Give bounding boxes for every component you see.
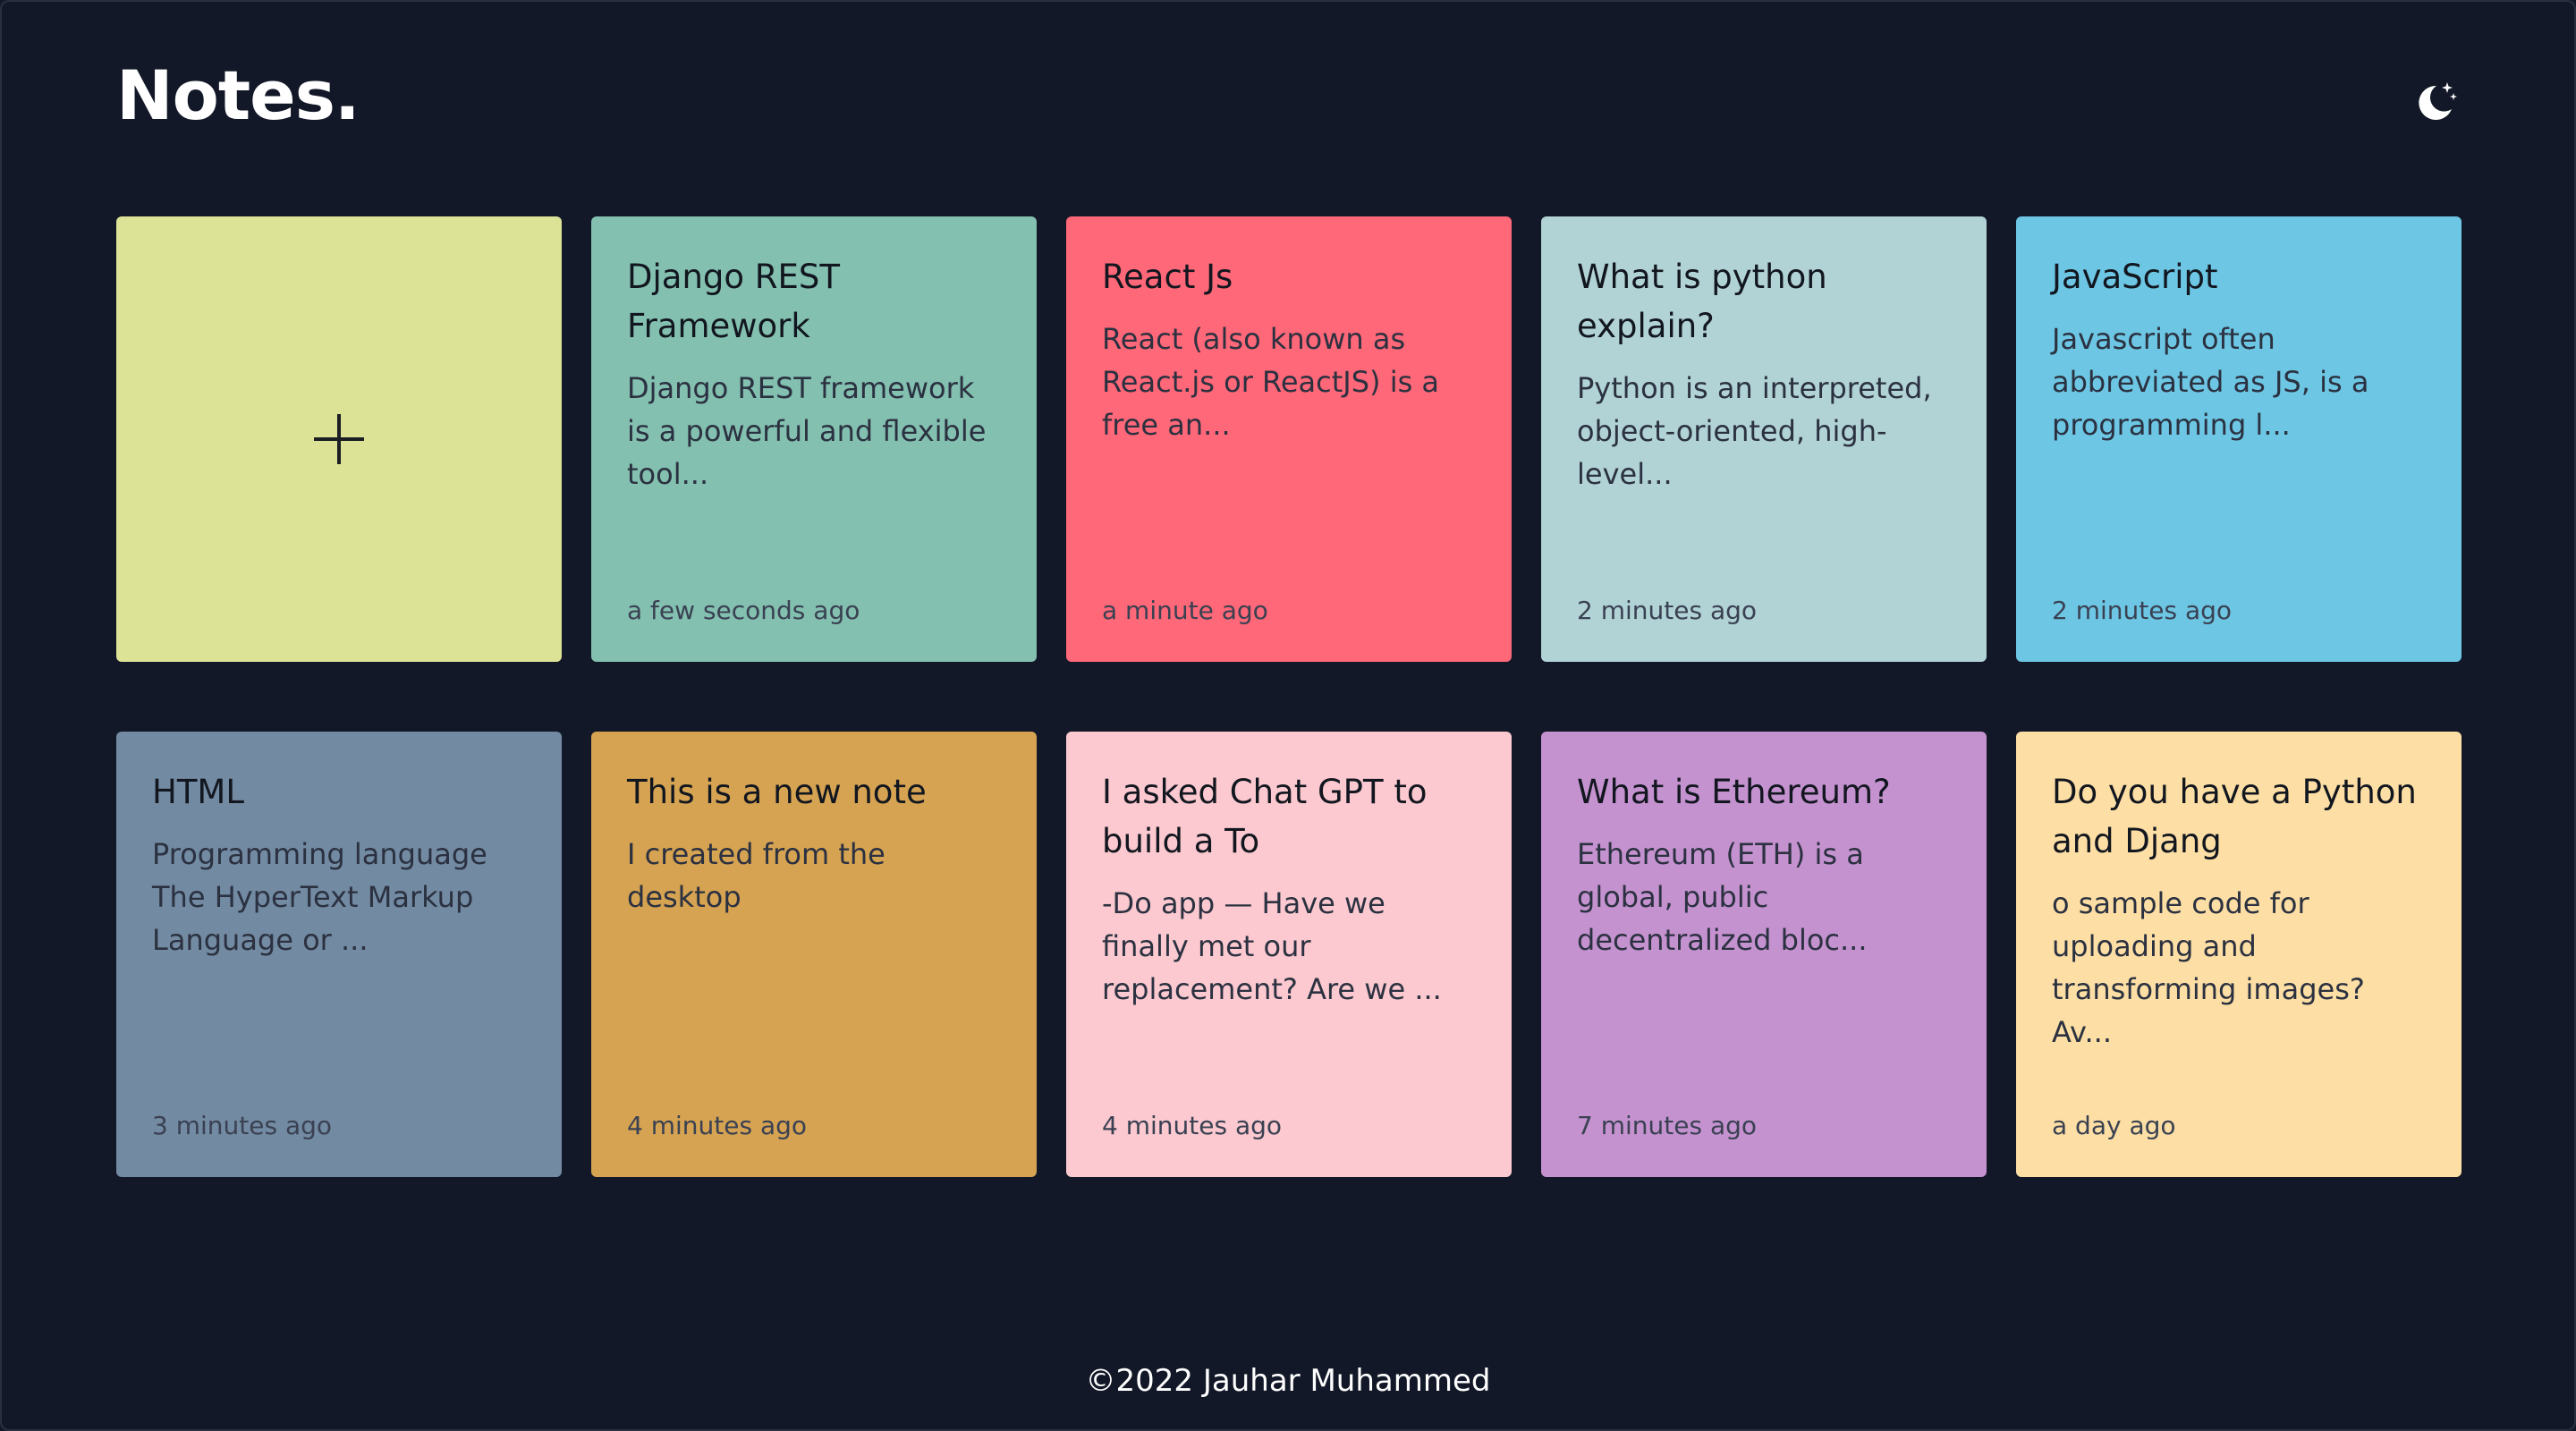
note-preview: React (also known as React.js or ReactJS…	[1102, 322, 1440, 442]
note-card[interactable]: HTML Programming language The HyperText M…	[116, 732, 562, 1177]
note-card[interactable]: Do you have a Python and Djang o sample c…	[2016, 732, 2462, 1177]
app-title: Notes.	[116, 55, 360, 135]
note-card[interactable]: What is Ethereum? Ethereum (ETH) is a glo…	[1541, 732, 1987, 1177]
note-timestamp: 4 minutes ago	[1102, 1111, 1283, 1140]
note-card[interactable]: React Js React (also known as React.js or…	[1066, 216, 1512, 662]
note-preview: Python is an interpreted, object-oriente…	[1577, 371, 1932, 491]
note-title: I asked Chat GPT to build a To	[1102, 773, 1428, 860]
app-window: Notes. Django REST Framework Django REST …	[0, 0, 2576, 1431]
note-timestamp: a minute ago	[1102, 596, 1268, 625]
note-preview: -Do app — Have we finally met our replac…	[1102, 886, 1442, 1006]
note-card[interactable]: Django REST Framework Django REST framewo…	[591, 216, 1037, 662]
note-title: React Js	[1102, 258, 1233, 296]
note-title: HTML	[152, 773, 244, 811]
note-timestamp: a few seconds ago	[627, 596, 860, 625]
footer-copyright: ©2022 Jauhar Muhammed	[1085, 1363, 1491, 1399]
theme-toggle-button[interactable]	[2410, 77, 2460, 127]
note-timestamp: 7 minutes ago	[1577, 1111, 1758, 1140]
note-preview: Programming language The HyperText Marku…	[152, 837, 487, 957]
note-timestamp: 2 minutes ago	[2052, 596, 2233, 625]
note-timestamp: 4 minutes ago	[627, 1111, 808, 1140]
note-card[interactable]: I asked Chat GPT to build a To -Do app — …	[1066, 732, 1512, 1177]
header: Notes.	[116, 55, 2460, 145]
note-title: What is Ethereum?	[1577, 773, 1891, 811]
note-card[interactable]: What is python explain? Python is an inte…	[1541, 216, 1987, 662]
add-note-button[interactable]	[116, 216, 562, 662]
note-title: Do you have a Python and Djang	[2052, 773, 2417, 860]
note-timestamp: 2 minutes ago	[1577, 596, 1758, 625]
notes-grid: Django REST Framework Django REST framewo…	[116, 216, 2463, 1177]
note-timestamp: 3 minutes ago	[152, 1111, 333, 1140]
note-preview: Javascript often abbreviated as JS, is a…	[2052, 322, 2369, 442]
note-preview: I created from the desktop	[627, 837, 886, 914]
note-title: What is python explain?	[1577, 258, 1827, 345]
note-card[interactable]: JavaScript Javascript often abbreviated a…	[2016, 216, 2462, 662]
plus-icon	[314, 414, 364, 464]
note-timestamp: a day ago	[2052, 1111, 2176, 1140]
note-title: Django REST Framework	[627, 258, 840, 345]
note-title: JavaScript	[2052, 258, 2218, 296]
note-card[interactable]: This is a new note I created from the des…	[591, 732, 1037, 1177]
note-preview: o sample code for uploading and transfor…	[2052, 886, 2365, 1049]
moon-stars-icon	[2419, 82, 2457, 120]
note-preview: Ethereum (ETH) is a global, public decen…	[1577, 837, 1868, 957]
note-title: This is a new note	[627, 773, 927, 811]
note-preview: Django REST framework is a powerful and …	[627, 371, 987, 491]
